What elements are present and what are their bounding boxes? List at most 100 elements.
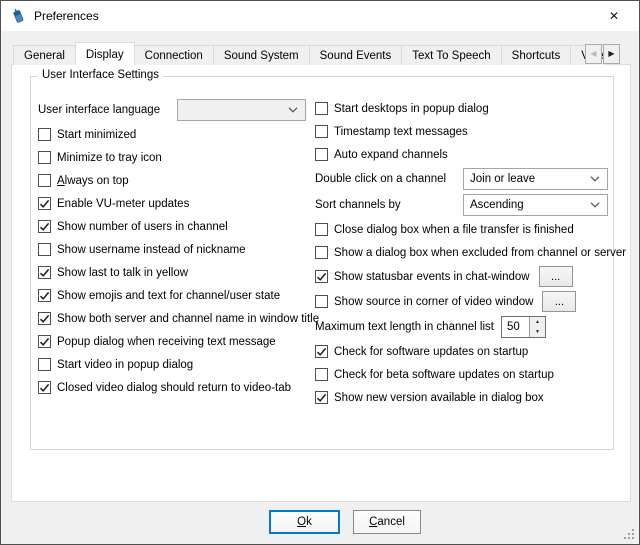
combo-user-interface-language[interactable] <box>177 99 306 121</box>
tab-sound-events[interactable]: Sound Events <box>309 45 403 65</box>
more-button-show-source-in-corner-of-video-window[interactable]: ... <box>542 291 576 312</box>
checkbox-label-show-source-in-corner-of-video-window: Show source in corner of video window <box>334 296 533 308</box>
tab-general[interactable]: General <box>13 45 76 65</box>
checkbox-show-statusbar-events-in-chat-window[interactable] <box>315 270 328 283</box>
checkbox-start-desktops-in-popup-dialog[interactable] <box>315 102 328 115</box>
checkbox-popup-dialog-when-receiving-text-message[interactable] <box>38 335 51 348</box>
tab-shortcuts[interactable]: Shortcuts <box>501 45 572 65</box>
checkbox-show-last-to-talk-in-yellow[interactable] <box>38 266 51 279</box>
checkbox-always-on-top[interactable] <box>38 174 51 187</box>
combo-label-user-interface-language: User interface language <box>38 104 177 116</box>
row-show-username-instead-of-nickname: Show username instead of nickname <box>38 238 315 261</box>
checkbox-label-closed-video-dialog-should-return-to-video-tab: Closed video dialog should return to vid… <box>57 382 291 394</box>
row-enable-vu-meter-updates: Enable VU-meter updates <box>38 192 315 215</box>
checkbox-label-check-for-beta-software-updates-on-startup: Check for beta software updates on start… <box>334 369 554 381</box>
ok-button[interactable]: Ok <box>269 510 340 534</box>
chevron-down-icon <box>590 202 600 208</box>
checkbox-auto-expand-channels[interactable] <box>315 148 328 161</box>
row-maximum-text-length-in-channel-list: Maximum text length in channel list 50▲▼ <box>315 314 615 340</box>
cancel-label: Cancel <box>369 516 405 528</box>
chevron-down-icon <box>288 107 298 113</box>
row-popup-dialog-when-receiving-text-message: Popup dialog when receiving text message <box>38 330 315 353</box>
tab-connection[interactable]: Connection <box>134 45 214 65</box>
row-check-for-software-updates-on-startup: Check for software updates on startup <box>315 340 615 363</box>
resize-grip[interactable] <box>624 529 635 540</box>
checkbox-show-a-dialog-box-when-excluded-from-channel-or-[interactable] <box>315 246 328 259</box>
row-start-minimized: Start minimized <box>38 123 315 146</box>
row-show-source-in-corner-of-video-window: Show source in corner of video window... <box>315 289 615 314</box>
row-show-a-dialog-box-when-excluded-from-channel-or-: Show a dialog box when excluded from cha… <box>315 241 615 264</box>
more-button-show-statusbar-events-in-chat-window[interactable]: ... <box>539 266 573 287</box>
window-title: Preferences <box>34 9 99 23</box>
checkbox-close-dialog-box-when-a-file-transfer-is-finishe[interactable] <box>315 223 328 236</box>
chevron-down-icon <box>590 176 600 182</box>
tab-display[interactable]: Display <box>75 42 135 65</box>
checkbox-start-video-in-popup-dialog[interactable] <box>38 358 51 371</box>
checkbox-show-source-in-corner-of-video-window[interactable] <box>315 295 328 308</box>
spinner-value: 50 <box>502 317 529 337</box>
checkbox-label-show-last-to-talk-in-yellow: Show last to talk in yellow <box>57 267 188 279</box>
check-icon <box>316 271 327 282</box>
check-icon <box>316 392 327 403</box>
combo-value-sort-channels-by: Ascending <box>470 199 524 211</box>
checkbox-label-start-video-in-popup-dialog: Start video in popup dialog <box>57 359 193 371</box>
row-start-video-in-popup-dialog: Start video in popup dialog <box>38 353 315 376</box>
row-double-click-on-a-channel: Double click on a channelJoin or leave <box>315 166 615 192</box>
tab-scroll-left-button[interactable]: ◀ <box>585 44 602 64</box>
checkbox-label-show-number-of-users-in-channel: Show number of users in channel <box>57 221 228 233</box>
checkbox-label-start-desktops-in-popup-dialog: Start desktops in popup dialog <box>334 103 489 115</box>
row-show-both-server-and-channel-name-in-window-titl: Show both server and channel name in win… <box>38 307 315 330</box>
checkbox-show-username-instead-of-nickname[interactable] <box>38 243 51 256</box>
row-user-interface-language: User interface language <box>38 97 315 123</box>
checkbox-label-enable-vu-meter-updates: Enable VU-meter updates <box>57 198 189 210</box>
checkbox-label-show-emojis-and-text-for-channel-user-state: Show emojis and text for channel/user st… <box>57 290 280 302</box>
checkbox-check-for-beta-software-updates-on-startup[interactable] <box>315 368 328 381</box>
checkbox-label-start-minimized: Start minimized <box>57 129 136 141</box>
checkbox-timestamp-text-messages[interactable] <box>315 125 328 138</box>
row-always-on-top: Always on top <box>38 169 315 192</box>
checkbox-show-number-of-users-in-channel[interactable] <box>38 220 51 233</box>
check-icon <box>39 290 50 301</box>
combo-double-click-on-a-channel[interactable]: Join or leave <box>463 168 608 190</box>
spin-down-button[interactable]: ▼ <box>530 327 545 337</box>
check-icon <box>39 382 50 393</box>
cancel-button[interactable]: Cancel <box>353 510 421 534</box>
chevron-down-icon <box>590 202 600 208</box>
row-sort-channels-by: Sort channels byAscending <box>315 192 615 218</box>
tab-sound-system[interactable]: Sound System <box>213 45 310 65</box>
check-icon <box>39 313 50 324</box>
check-icon <box>39 221 50 232</box>
row-show-emojis-and-text-for-channel-user-state: Show emojis and text for channel/user st… <box>38 284 315 307</box>
combo-sort-channels-by[interactable]: Ascending <box>463 194 608 216</box>
row-start-desktops-in-popup-dialog: Start desktops in popup dialog <box>315 97 615 120</box>
checkbox-label-show-statusbar-events-in-chat-window: Show statusbar events in chat-window <box>334 271 530 283</box>
checkbox-enable-vu-meter-updates[interactable] <box>38 197 51 210</box>
checkbox-check-for-software-updates-on-startup[interactable] <box>315 345 328 358</box>
check-icon <box>39 198 50 209</box>
spinner-maximum-text-length-in-channel-list[interactable]: 50▲▼ <box>501 316 546 338</box>
checkbox-start-minimized[interactable] <box>38 128 51 141</box>
row-closed-video-dialog-should-return-to-video-tab: Closed video dialog should return to vid… <box>38 376 315 399</box>
checkbox-closed-video-dialog-should-return-to-video-tab[interactable] <box>38 381 51 394</box>
checkbox-label-close-dialog-box-when-a-file-transfer-is-finishe: Close dialog box when a file transfer is… <box>334 224 574 236</box>
group-user-interface-settings: User Interface Settings User interface l… <box>30 76 614 450</box>
checkbox-label-show-new-version-available-in-dialog-box: Show new version available in dialog box <box>334 392 544 404</box>
checkbox-show-new-version-available-in-dialog-box[interactable] <box>315 391 328 404</box>
spin-label-maximum-text-length-in-channel-list: Maximum text length in channel list <box>315 321 494 333</box>
spin-up-button[interactable]: ▲ <box>530 317 545 327</box>
app-icon <box>10 8 26 24</box>
spinner-buttons: ▲▼ <box>529 317 545 337</box>
combo-label-double-click-on-a-channel: Double click on a channel <box>315 173 463 185</box>
checkbox-minimize-to-tray-icon[interactable] <box>38 151 51 164</box>
row-show-statusbar-events-in-chat-window: Show statusbar events in chat-window... <box>315 264 615 289</box>
tab-scroll-right-button[interactable]: ▶ <box>603 44 620 64</box>
checkbox-label-show-both-server-and-channel-name-in-window-titl: Show both server and channel name in win… <box>57 313 319 325</box>
checkbox-label-show-username-instead-of-nickname: Show username instead of nickname <box>57 244 246 256</box>
checkbox-show-both-server-and-channel-name-in-window-titl[interactable] <box>38 312 51 325</box>
checkbox-show-emojis-and-text-for-channel-user-state[interactable] <box>38 289 51 302</box>
close-button[interactable]: ✕ <box>595 1 633 31</box>
check-icon <box>39 267 50 278</box>
row-auto-expand-channels: Auto expand channels <box>315 143 615 166</box>
tab-text-to-speech[interactable]: Text To Speech <box>401 45 501 65</box>
checkbox-label-auto-expand-channels: Auto expand channels <box>334 149 448 161</box>
